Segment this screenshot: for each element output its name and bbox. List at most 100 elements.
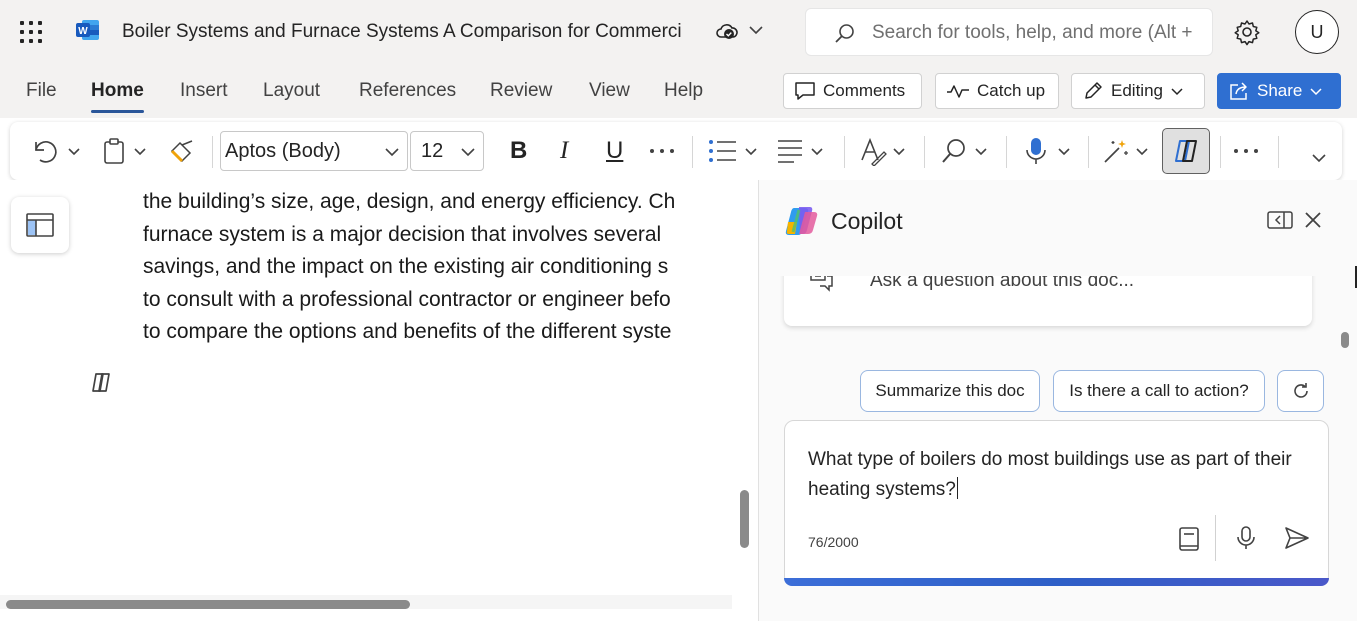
text-caret [956,476,959,499]
bullet-list-icon [709,140,736,162]
navigation-pane-icon [26,213,54,237]
font-name-value: Aptos (Body) [225,139,341,162]
document-line: to compare the options and benefits of t… [143,320,672,343]
close-icon[interactable] [1303,210,1323,230]
app-launcher-icon[interactable] [20,21,46,45]
suggestion-call-to-action-button[interactable]: Is there a call to action? [1053,370,1265,412]
document-horizontal-scrollbar[interactable] [6,600,410,609]
document-vertical-scrollbar[interactable] [740,490,749,548]
composer-divider [1215,515,1216,561]
underline-button[interactable]: U [606,122,623,180]
editing-mode-button[interactable]: Editing [1071,73,1205,109]
document-line: the building’s size, age, design, and en… [143,190,676,213]
question-text: What type of boilers do most buildings u… [808,449,1292,500]
chevron-down-icon [1312,154,1326,163]
document-line: to consult with a professional contracto… [143,287,671,311]
comments-button[interactable]: Comments [783,73,922,109]
dictate-button[interactable] [1024,122,1072,180]
unpin-pane-icon[interactable] [1267,210,1293,230]
font-size-select[interactable]: 12 [410,131,484,171]
share-icon [1230,82,1247,100]
suggestion-summarize-button[interactable]: Summarize this doc [860,370,1040,412]
copilot-pane-scrollbar[interactable] [1341,332,1349,348]
format-painter-button[interactable] [168,122,196,180]
bullets-button[interactable] [708,122,759,180]
chevron-down-icon [385,148,399,157]
copilot-title: Copilot [831,208,903,234]
copilot-toggle-button[interactable] [1162,128,1210,174]
gear-icon[interactable] [1233,18,1261,46]
chevron-down-icon [1171,88,1183,96]
tab-help[interactable]: Help [664,80,703,102]
pencil-icon [1085,82,1102,99]
ribbon-expand-button[interactable] [1310,128,1328,186]
navigation-pane-button[interactable] [11,197,69,253]
chevron-down-icon[interactable] [132,143,148,159]
search-placeholder: Search for tools, help, and more (Alt + [872,22,1193,43]
copilot-inline-icon[interactable] [88,371,114,395]
refresh-suggestions-button[interactable] [1277,370,1324,412]
chevron-down-icon[interactable] [1134,143,1150,159]
comment-icon [795,82,815,100]
chevron-down-icon[interactable] [809,143,825,159]
search-icon [942,139,965,163]
chevron-down-icon[interactable] [748,22,764,38]
catch-up-button[interactable]: Catch up [935,73,1059,109]
microphone-icon[interactable] [1235,525,1257,551]
tab-view[interactable]: View [589,80,630,102]
tab-home[interactable]: Home [91,80,144,113]
format-painter-icon [170,140,193,163]
share-button[interactable]: Share [1217,73,1341,109]
chevron-down-icon[interactable] [973,143,989,159]
bold-button[interactable]: B [510,122,527,180]
italic-button[interactable]: I [560,122,568,180]
document-body[interactable]: the building’s size, age, design, and en… [143,186,735,349]
chevron-down-icon[interactable] [743,143,759,159]
word-logo-icon[interactable]: W [76,19,100,41]
tab-file[interactable]: File [26,80,57,102]
character-counter: 76/2000 [808,534,859,550]
paste-button[interactable] [102,122,148,180]
search-box[interactable]: Search for tools, help, and more (Alt + [805,8,1213,56]
ribbon-tabs: File Home Insert Layout References Revie… [0,64,1357,118]
formatting-toolbar: Aptos (Body) 12 B I U [10,122,1342,180]
copilot-header: Copilot [759,180,1357,276]
title-bar: W Boiler Systems and Furnace Systems A C… [0,0,1357,64]
document-canvas[interactable]: the building’s size, age, design, and en… [0,180,758,621]
more-options-button[interactable] [1232,122,1260,180]
share-label: Share [1257,81,1303,100]
font-name-select[interactable]: Aptos (Body) [220,131,408,171]
more-icon [650,149,674,153]
chevron-down-icon[interactable] [66,143,82,159]
clipboard-icon [104,138,124,164]
find-button[interactable] [940,122,989,180]
svg-text:W: W [78,26,88,37]
styles-button[interactable] [858,122,907,180]
font-size-value: 12 [421,139,444,162]
magic-wand-icon [1104,140,1128,163]
undo-button[interactable] [30,122,82,180]
composer-accent-bar [784,578,1329,586]
cloud-sync-icon[interactable] [716,21,738,43]
reference-doc-icon[interactable] [1178,526,1200,552]
catch-up-label: Catch up [977,81,1046,100]
designer-button[interactable] [1102,122,1150,180]
align-button[interactable] [776,122,825,180]
question-input[interactable]: What type of boilers do most buildings u… [808,445,1308,504]
tab-review[interactable]: Review [490,80,552,102]
chat-composer[interactable]: What type of boilers do most buildings u… [784,420,1329,586]
chevron-down-icon[interactable] [1056,143,1072,159]
tab-insert[interactable]: Insert [180,80,228,102]
refresh-icon [1293,383,1308,398]
avatar[interactable]: U [1295,10,1339,54]
more-font-options-button[interactable] [648,122,676,180]
chevron-down-icon [1310,88,1322,96]
send-icon[interactable] [1283,525,1311,551]
more-icon [1234,149,1258,153]
tab-layout[interactable]: Layout [263,80,320,102]
document-title[interactable]: Boiler Systems and Furnace Systems A Com… [122,21,704,43]
align-left-icon [778,140,802,163]
chevron-down-icon[interactable] [891,143,907,159]
tab-references[interactable]: References [359,80,456,102]
undo-icon [35,141,57,163]
